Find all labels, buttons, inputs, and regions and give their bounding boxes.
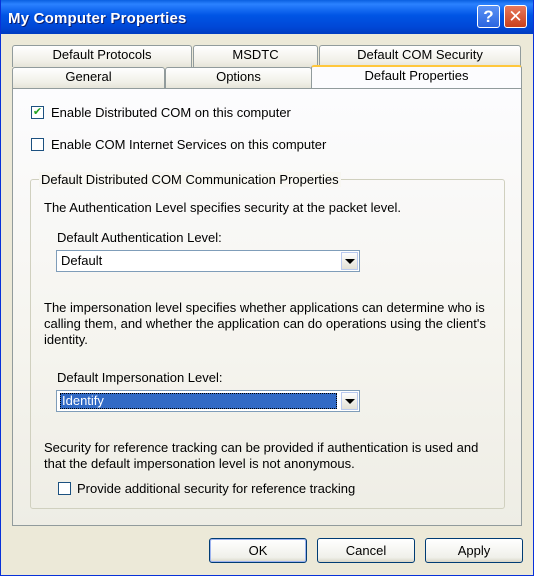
ok-button[interactable]: OK bbox=[209, 538, 307, 563]
tab-options[interactable]: Options bbox=[165, 67, 312, 88]
impersonation-level-select[interactable]: Identify bbox=[56, 390, 360, 412]
tab-label: Default Properties bbox=[364, 68, 469, 83]
close-button[interactable]: ✕ bbox=[504, 5, 527, 28]
tab-msdtc[interactable]: MSDTC bbox=[193, 45, 318, 67]
enable-com-internet-checkbox[interactable] bbox=[31, 138, 44, 151]
authentication-level-label: Default Authentication Level: bbox=[57, 230, 222, 245]
reference-tracking-description: Security for reference tracking can be p… bbox=[44, 440, 479, 471]
window-title: My Computer Properties bbox=[8, 10, 187, 27]
tab-label: Default COM Security bbox=[357, 47, 483, 62]
question-mark-icon: ? bbox=[483, 6, 494, 26]
enable-dcom-checkbox[interactable]: ✔ bbox=[31, 106, 44, 119]
tab-label: General bbox=[65, 69, 112, 84]
impersonation-level-value: Identify bbox=[60, 393, 337, 409]
authentication-level-select[interactable]: Default bbox=[56, 250, 360, 272]
impersonation-level-label: Default Impersonation Level: bbox=[57, 370, 223, 385]
tab-label: Options bbox=[216, 69, 261, 84]
authentication-level-value: Default bbox=[61, 253, 103, 268]
tab-general[interactable]: General bbox=[12, 67, 165, 88]
dropdown-button[interactable] bbox=[341, 392, 358, 410]
enable-com-internet-label: Enable COM Internet Services on this com… bbox=[51, 137, 327, 152]
authentication-description: The Authentication Level specifies secur… bbox=[44, 200, 401, 215]
dropdown-button[interactable] bbox=[341, 252, 358, 270]
properties-dialog: My Computer Properties ? ✕ Default Proto… bbox=[0, 0, 534, 576]
cancel-button[interactable]: Cancel bbox=[317, 538, 415, 563]
reference-tracking-label: Provide additional security for referenc… bbox=[77, 481, 356, 496]
apply-button[interactable]: Apply bbox=[425, 538, 523, 563]
enable-dcom-label: Enable Distributed COM on this computer bbox=[51, 105, 291, 120]
group-title: Default Distributed COM Communication Pr… bbox=[39, 172, 341, 187]
tab-default-com-security[interactable]: Default COM Security bbox=[319, 45, 521, 67]
close-x-icon: ✕ bbox=[508, 6, 523, 26]
chevron-down-icon bbox=[344, 258, 355, 264]
tab-label: MSDTC bbox=[232, 47, 279, 62]
tab-default-properties[interactable]: Default Properties bbox=[311, 65, 522, 88]
tab-label: Default Protocols bbox=[52, 47, 152, 62]
checkmark-icon: ✔ bbox=[32, 106, 43, 118]
title-bar[interactable]: My Computer Properties ? ✕ bbox=[1, 0, 533, 34]
tab-default-protocols[interactable]: Default Protocols bbox=[12, 45, 192, 67]
chevron-down-icon bbox=[344, 398, 355, 404]
impersonation-description: The impersonation level specifies whethe… bbox=[44, 300, 486, 347]
reference-tracking-checkbox[interactable] bbox=[58, 482, 71, 495]
help-button[interactable]: ? bbox=[477, 5, 500, 28]
